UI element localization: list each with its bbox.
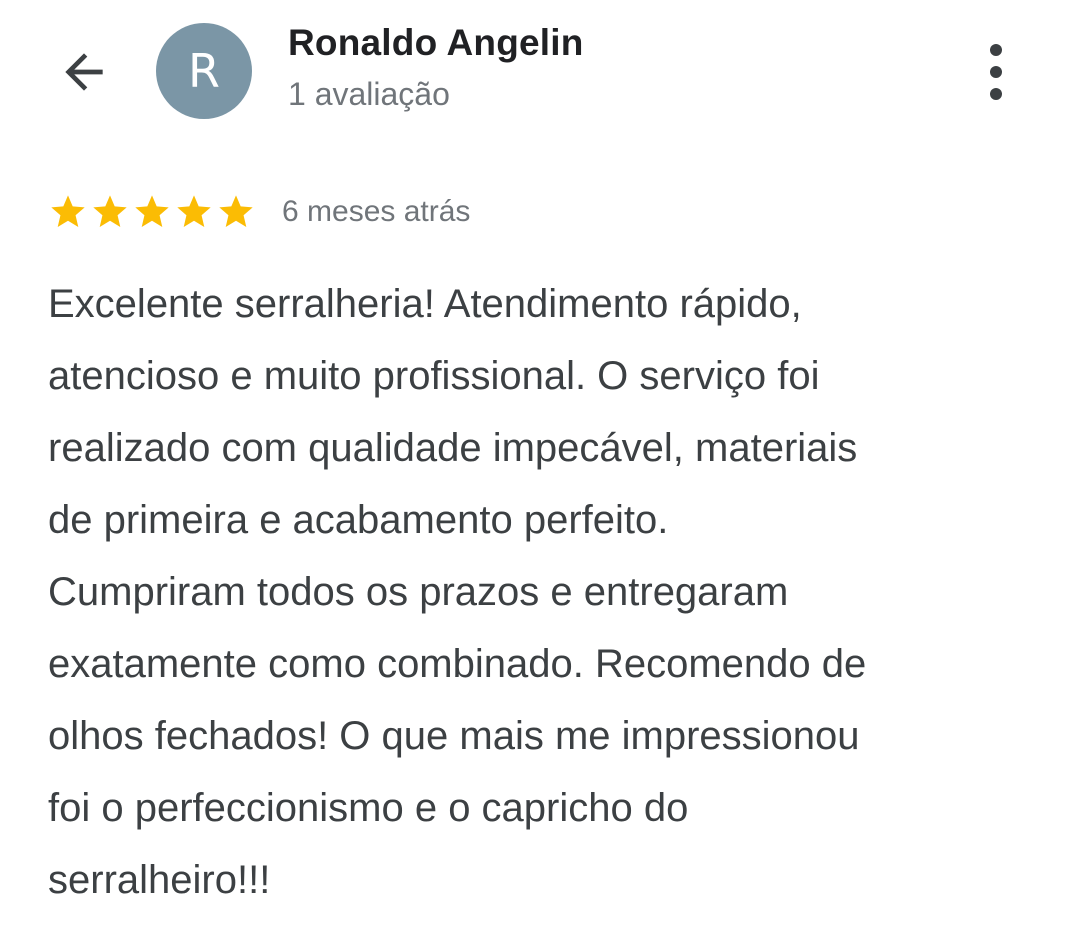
review-text-line: foi o perfeccionismo e o capricho do — [48, 786, 689, 830]
arrow-back-icon — [65, 53, 103, 91]
star-rating — [48, 192, 258, 232]
review-text-line: exatamente como combinado. Recomendo de — [48, 642, 867, 686]
review-time: 6 meses atrás — [282, 195, 471, 228]
reviewer-name[interactable]: Ronaldo Angelin — [288, 22, 584, 64]
review-text-line: de primeira e acabamento perfeito. — [48, 498, 669, 542]
star-icon — [177, 195, 211, 227]
review-text-line: atencioso e muito profissional. O serviç… — [48, 354, 820, 398]
avatar-letter: R — [188, 44, 220, 98]
rating-row: 6 meses atrás — [48, 188, 470, 236]
avatar[interactable]: R — [156, 23, 252, 119]
review-text-line: realizado com qualidade impecável, mater… — [48, 426, 858, 470]
review-text-line: Cumpriram todos os prazos e entregaram — [48, 570, 789, 614]
star-icon — [93, 195, 127, 227]
back-button[interactable] — [54, 42, 114, 102]
more-options-button[interactable] — [972, 40, 1020, 104]
star-icon — [135, 195, 169, 227]
star-icon — [219, 195, 253, 227]
review-text: Excelente serralheria! Atendimento rápid… — [48, 268, 1048, 916]
review-text-line: olhos fechados! O que mais me impression… — [48, 714, 860, 758]
star-icon — [51, 195, 85, 227]
review-text-line: serralheiro!!! — [48, 858, 271, 902]
review-text-line: Excelente serralheria! Atendimento rápid… — [48, 282, 802, 326]
more-vertical-icon — [990, 44, 1002, 100]
review-count: 1 avaliação — [288, 76, 450, 112]
